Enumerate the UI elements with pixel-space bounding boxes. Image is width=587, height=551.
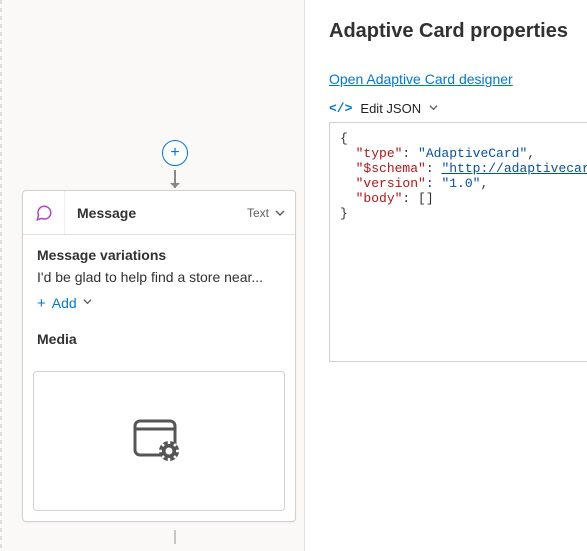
add-node-button[interactable]: + (162, 140, 188, 166)
properties-panel: Adaptive Card properties Open Adaptive C… (305, 0, 587, 551)
edit-json-label: Edit JSON (360, 101, 421, 116)
variations-heading: Message variations (37, 247, 281, 263)
open-designer-link[interactable]: Open Adaptive Card designer (329, 71, 513, 87)
flow-connector (174, 530, 176, 544)
plus-icon: + (170, 144, 179, 162)
edit-json-toggle[interactable]: </> Edit JSON (329, 101, 587, 116)
add-label: Add (52, 295, 77, 311)
node-title: Message (65, 205, 247, 221)
flow-canvas: + Message Text Message variations I'd be… (0, 0, 305, 551)
code-icon: </> (329, 101, 352, 116)
message-node-card[interactable]: Message Text Message variations I'd be g… (22, 190, 296, 522)
plus-icon: + (37, 296, 46, 311)
chevron-down-icon (429, 103, 438, 115)
chevron-down-icon (83, 297, 92, 309)
media-slot-button[interactable] (33, 371, 285, 511)
torn-edge (0, 0, 2, 551)
chevron-down-icon[interactable] (275, 205, 295, 221)
panel-title: Adaptive Card properties (329, 20, 587, 43)
variation-text[interactable]: I'd be glad to help find a store near... (37, 269, 281, 285)
add-variation-button[interactable]: + Add (37, 295, 281, 311)
message-icon (23, 191, 65, 234)
media-heading: Media (37, 331, 281, 347)
media-gear-icon (129, 415, 189, 468)
message-node-header[interactable]: Message Text (23, 191, 295, 235)
flow-arrow-down-icon (174, 170, 176, 188)
node-type-label: Text (247, 206, 275, 220)
json-editor[interactable]: { "type": "AdaptiveCard", "$schema": "ht… (329, 122, 587, 362)
